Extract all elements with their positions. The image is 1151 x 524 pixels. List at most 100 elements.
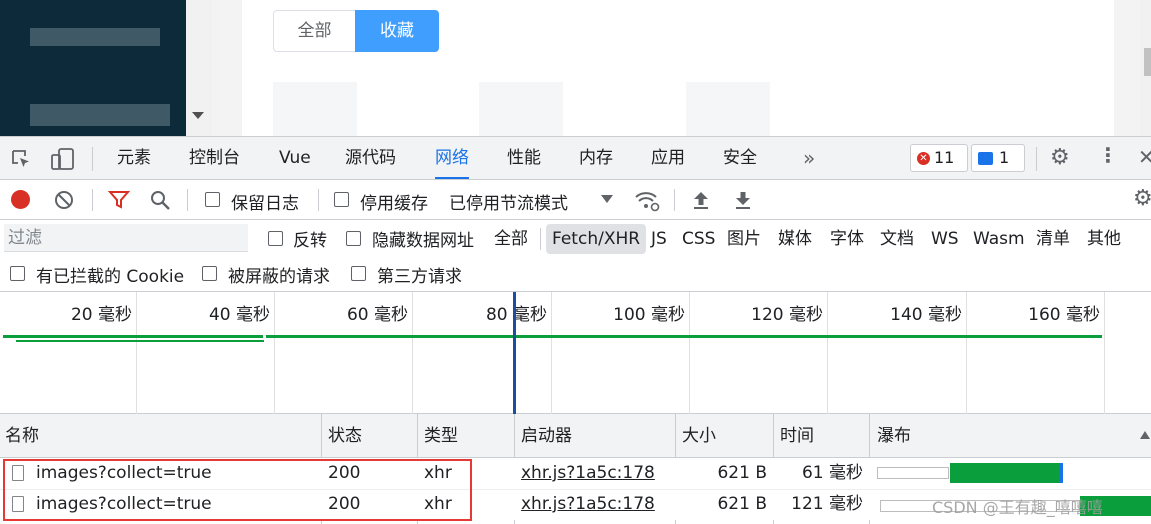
search-icon[interactable] <box>149 189 171 211</box>
column-header-name[interactable]: 名称 <box>0 414 39 458</box>
filter-type-other[interactable]: 其他 <box>1081 224 1127 254</box>
tab-network[interactable]: 网络 <box>435 137 469 179</box>
timeline-request-bar <box>266 335 1102 338</box>
error-icon: ✕ <box>917 152 930 165</box>
divider <box>92 189 93 211</box>
filter-type-js[interactable]: JS <box>645 224 673 254</box>
messages-badge[interactable]: 1 <box>971 144 1025 172</box>
waterfall-end-marker <box>1060 463 1063 483</box>
request-initiator-link[interactable]: xhr.js?1a5c:178 <box>521 489 655 520</box>
blocked-cookies-checkbox[interactable] <box>10 266 25 281</box>
column-header-initiator[interactable]: 启动器 <box>516 414 572 458</box>
blocked-requests-label: 被屏蔽的请求 <box>228 267 330 287</box>
filter-type-css[interactable]: CSS <box>676 224 721 254</box>
more-options-icon[interactable]: ⋮ <box>1098 143 1118 167</box>
tab-security[interactable]: 安全 <box>723 137 757 179</box>
filter-type-wasm[interactable]: Wasm <box>967 224 1031 254</box>
tab-performance[interactable]: 性能 <box>507 137 541 179</box>
tab-memory[interactable]: 内存 <box>579 137 613 179</box>
tab-sources[interactable]: 源代码 <box>345 137 396 179</box>
chevron-down-icon[interactable] <box>601 195 613 203</box>
devtools-tab-bar: 元素 控制台 Vue 源代码 网络 性能 内存 应用 安全 » ✕ 11 1 ⚙ … <box>0 136 1151 180</box>
divider <box>92 147 93 171</box>
column-header-waterfall[interactable]: 瀑布 <box>872 414 911 458</box>
invert-checkbox[interactable] <box>268 231 283 246</box>
throttling-select[interactable]: 已停用节流模式 <box>449 189 568 214</box>
filter-type-img[interactable]: 图片 <box>721 224 767 254</box>
waterfall-download-bar <box>950 463 1062 483</box>
filter-type-doc[interactable]: 文档 <box>874 224 920 254</box>
third-party-label: 第三方请求 <box>377 267 462 287</box>
sidebar-panel <box>0 0 186 136</box>
column-header-status[interactable]: 状态 <box>323 414 362 458</box>
request-initiator-link[interactable]: xhr.js?1a5c:178 <box>521 458 655 489</box>
timeline-tick-label: 60 毫秒 <box>346 305 408 325</box>
scroll-down-icon[interactable] <box>192 112 204 119</box>
segment-favorites-button[interactable]: 收藏 <box>355 10 439 52</box>
column-header-size[interactable]: 大小 <box>677 414 716 458</box>
divider <box>318 189 319 211</box>
request-size: 621 B <box>717 494 767 514</box>
column-header-type[interactable]: 类型 <box>419 414 458 458</box>
filter-type-fetch-xhr[interactable]: Fetch/XHR <box>546 224 647 254</box>
blocked-requests-checkbox[interactable] <box>202 266 217 281</box>
export-har-download-icon[interactable] <box>732 189 754 211</box>
network-conditions-wifi-icon[interactable] <box>634 188 660 212</box>
clear-icon[interactable] <box>53 189 75 211</box>
preserve-log-checkbox[interactable] <box>205 192 220 207</box>
tab-application[interactable]: 应用 <box>651 137 685 179</box>
timeline-gridline <box>966 292 967 414</box>
highlight-annotation-box <box>3 459 472 521</box>
waterfall-queue-bar <box>877 467 949 479</box>
column-header-time[interactable]: 时间 <box>775 414 814 458</box>
tab-console[interactable]: 控制台 <box>189 137 240 179</box>
third-party-checkbox[interactable] <box>351 266 366 281</box>
network-toolbar: 保留日志 停用缓存 已停用节流模式 ⚙ <box>0 180 1151 220</box>
timeline-tick-label: 20 毫秒 <box>70 305 132 325</box>
tab-vue[interactable]: Vue <box>279 137 311 179</box>
page-scrollbar-thumb[interactable] <box>1144 48 1151 76</box>
timeline-tick-label: 40 毫秒 <box>208 305 270 325</box>
timeline-tick-label: 80 毫秒 <box>485 305 547 325</box>
filter-type-font[interactable]: 字体 <box>824 224 870 254</box>
disable-cache-label: 停用缓存 <box>360 194 428 214</box>
divider <box>187 189 188 211</box>
timeline-tick-label: 160 毫秒 <box>1028 305 1100 325</box>
network-settings-gear-icon[interactable]: ⚙ <box>1133 186 1151 211</box>
inspect-element-icon[interactable] <box>10 148 32 170</box>
preserve-log-label: 保留日志 <box>231 194 299 214</box>
errors-count: 11 <box>934 148 955 167</box>
filter-type-manifest[interactable]: 清单 <box>1030 224 1076 254</box>
import-har-upload-icon[interactable] <box>690 189 712 211</box>
messages-count: 1 <box>999 148 1010 167</box>
filter-type-all[interactable]: 全部 <box>488 224 534 254</box>
blocked-cookies-label: 有已拦截的 Cookie <box>36 267 185 287</box>
timeline-gridline <box>274 292 275 414</box>
errors-badge[interactable]: ✕ 11 <box>910 144 968 172</box>
sort-ascending-icon[interactable] <box>1140 431 1150 439</box>
more-tabs-button[interactable]: » <box>803 137 815 179</box>
segment-all-button[interactable]: 全部 <box>273 10 356 52</box>
timeline-gridline <box>412 292 413 414</box>
divider <box>1036 147 1037 171</box>
filter-input[interactable]: 过滤 <box>4 224 248 252</box>
timeline-gridline <box>827 292 828 414</box>
record-icon[interactable] <box>11 190 30 209</box>
tab-elements[interactable]: 元素 <box>117 137 151 179</box>
timeline-cursor-line <box>513 292 516 414</box>
device-toolbar-icon[interactable] <box>50 147 76 171</box>
timeline-gridline <box>136 292 137 414</box>
hide-data-urls-checkbox[interactable] <box>346 231 361 246</box>
timeline-tick-label: 120 毫秒 <box>751 305 823 325</box>
close-devtools-icon[interactable]: ✕ <box>1138 145 1151 169</box>
timeline-request-bar <box>3 335 263 338</box>
filter-type-media[interactable]: 媒体 <box>772 224 818 254</box>
request-time: 121 毫秒 <box>791 494 863 514</box>
disable-cache-checkbox[interactable] <box>334 192 349 207</box>
image-placeholder <box>273 82 357 136</box>
timeline-gridline <box>551 292 552 414</box>
settings-gear-icon[interactable]: ⚙ <box>1050 145 1070 170</box>
filter-icon[interactable] <box>108 190 130 210</box>
divider <box>540 228 541 250</box>
filter-type-ws[interactable]: WS <box>925 224 965 254</box>
